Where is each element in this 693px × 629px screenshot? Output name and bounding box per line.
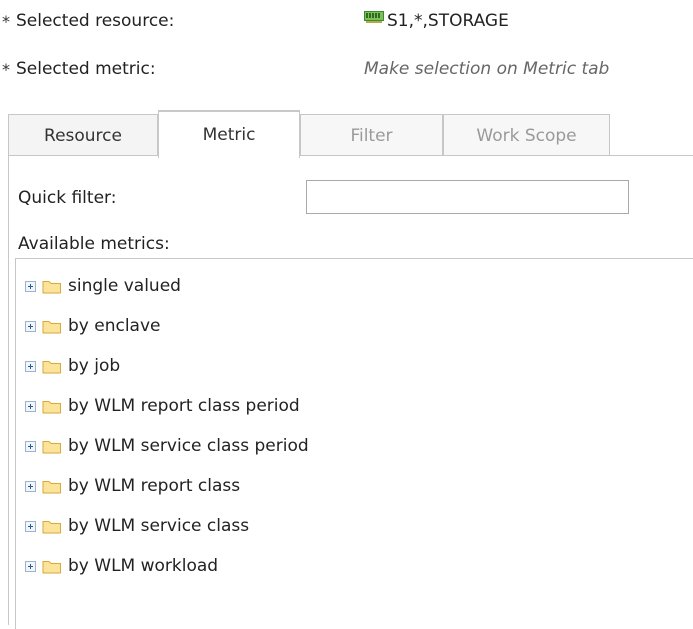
folder-icon (42, 321, 61, 334)
tab-panel-top-border (8, 155, 693, 156)
storage-icon (364, 11, 384, 23)
folder-icon (42, 401, 61, 414)
tree-item-label: by WLM service class period (68, 436, 309, 456)
expand-icon[interactable] (25, 480, 36, 492)
expand-icon[interactable] (25, 280, 36, 292)
metrics-tree: single valued by enclave by job by WLM r… (15, 258, 693, 629)
tree-item-label: by WLM service class (68, 516, 250, 536)
tree-item-label: by job (68, 356, 121, 376)
quick-filter-input[interactable] (306, 180, 629, 214)
folder-icon (42, 561, 61, 574)
selected-metric-value: Make selection on Metric tab (364, 59, 610, 79)
selected-metric-label: Selected metric: (16, 59, 156, 79)
tree-item-label: by WLM report class period (68, 396, 300, 416)
folder-icon (42, 521, 61, 534)
folder-icon (42, 481, 61, 494)
expand-icon[interactable] (25, 560, 36, 572)
tab-panel-left-border (8, 155, 9, 625)
tab-metric[interactable]: Metric (158, 110, 300, 158)
selected-resource-text: S1,*,STORAGE (387, 11, 509, 31)
tab-bar: Resource Metric Filter Work Scope (8, 110, 693, 158)
expand-icon[interactable] (25, 400, 36, 412)
tab-resource[interactable]: Resource (8, 114, 158, 156)
folder-icon (42, 281, 61, 294)
available-metrics-label: Available metrics: (18, 234, 170, 254)
expand-icon[interactable] (25, 520, 36, 532)
tree-item-label: by WLM workload (68, 556, 219, 576)
tree-item-label: by WLM report class (68, 476, 241, 496)
tree-item-label: by enclave (68, 316, 161, 336)
tab-filter: Filter (300, 114, 443, 156)
expand-icon[interactable] (25, 440, 36, 452)
tab-work-scope: Work Scope (443, 114, 610, 156)
tree-item-label: single valued (68, 276, 181, 296)
quick-filter-label: Quick filter: (18, 188, 117, 208)
selected-resource-row: * Selected resource: S1,*,STORAGE (0, 8, 509, 34)
folder-icon (42, 441, 61, 454)
selected-resource-label: Selected resource: (16, 11, 175, 31)
folder-icon (42, 361, 61, 374)
expand-icon[interactable] (25, 360, 36, 372)
selected-metric-row: * Selected metric: Make selection on Met… (0, 56, 609, 82)
selected-resource-value: S1,*,STORAGE (364, 11, 509, 31)
expand-icon[interactable] (25, 320, 36, 332)
